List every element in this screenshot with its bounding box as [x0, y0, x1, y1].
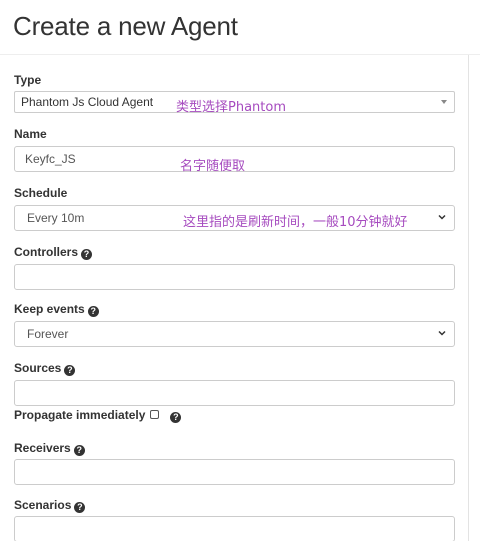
question-circle-icon[interactable]: ?	[81, 249, 93, 260]
propagate-label-text: Propagate immediately	[14, 408, 146, 422]
keep-events-select[interactable]: Forever	[14, 321, 455, 347]
propagate-checkbox[interactable]	[150, 410, 160, 419]
type-select-value: Phantom Js Cloud Agent	[21, 95, 154, 109]
type-annotation: 类型选择Phantom	[176, 100, 286, 115]
keep-events-select-value: Forever	[27, 327, 69, 341]
sources-label-text: Sources	[14, 361, 62, 375]
controllers-label: Controllers?	[14, 245, 93, 260]
question-circle-icon[interactable]: ?	[170, 412, 182, 423]
keep-events-label: Keep events?	[14, 302, 99, 317]
dropdown-triangle-icon	[441, 100, 447, 104]
chevron-down-icon	[437, 327, 447, 341]
sources-label: Sources?	[14, 361, 76, 376]
name-label: Name	[14, 127, 47, 141]
right-sidebar-edge	[468, 55, 480, 541]
scenarios-label: Scenarios?	[14, 498, 86, 513]
question-circle-icon[interactable]: ?	[64, 365, 76, 376]
controllers-label-text: Controllers	[14, 245, 79, 259]
chevron-down-icon	[437, 211, 447, 225]
question-circle-icon[interactable]: ?	[73, 445, 85, 456]
page-header: Create a new Agent	[0, 0, 480, 55]
keep-events-label-text: Keep events	[14, 302, 85, 316]
question-circle-icon[interactable]: ?	[74, 502, 86, 513]
receivers-label: Receivers?	[14, 441, 85, 456]
name-annotation: 名字随便取	[180, 159, 246, 174]
schedule-annotation: 这里指的是刷新时间，一般10分钟就好	[183, 215, 408, 230]
question-circle-icon[interactable]: ?	[87, 306, 99, 317]
controllers-input[interactable]	[14, 264, 455, 290]
receivers-label-text: Receivers	[14, 441, 71, 455]
name-input-value: Keyfc_JS	[25, 152, 76, 166]
sources-input[interactable]	[14, 380, 455, 406]
page-title: Create a new Agent	[13, 11, 238, 41]
scenarios-label-text: Scenarios	[14, 498, 72, 512]
receivers-input[interactable]	[14, 459, 455, 485]
scenarios-input[interactable]	[14, 516, 455, 541]
type-label: Type	[14, 73, 42, 87]
schedule-label: Schedule	[14, 186, 68, 200]
propagate-label: Propagate immediately?	[14, 408, 182, 423]
schedule-select-value: Every 10m	[27, 211, 85, 225]
